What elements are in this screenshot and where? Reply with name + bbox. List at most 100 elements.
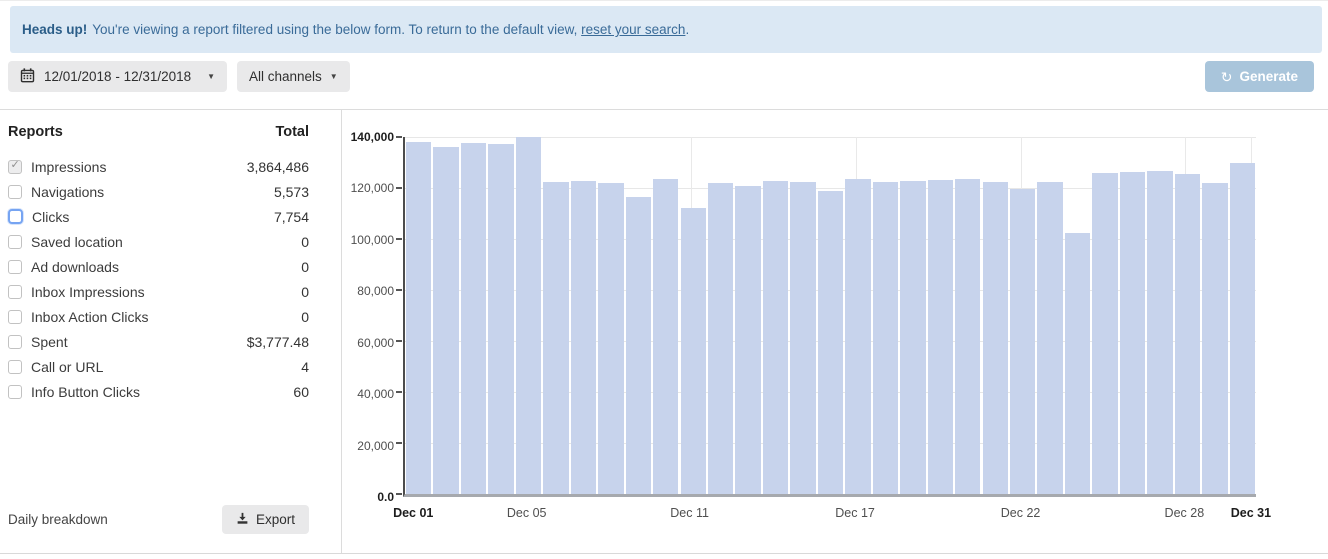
bar-dec-15[interactable] (790, 181, 816, 494)
reports-title: Reports (8, 124, 63, 140)
x-axis-labels: Dec 01 Dec 05 Dec 11 Dec 17 Dec 22 Dec 28 Dec … (393, 506, 1271, 520)
bar-dec-05[interactable] (515, 137, 542, 494)
checkbox-info-button-clicks[interactable] (8, 384, 22, 399)
report-row-info-button-clicks: Info Button Clicks 60 (8, 379, 309, 404)
bar-dec-22[interactable] (982, 181, 1008, 494)
bar-dec-02[interactable] (433, 147, 459, 494)
banner-emphasis: Heads up! (22, 22, 88, 37)
banner-message: You're viewing a report filtered using t… (92, 22, 690, 37)
bar-dec-01[interactable] (406, 142, 432, 494)
report-row-spent: Spent $3,777.48 (8, 329, 309, 354)
checkbox-saved-location[interactable] (8, 234, 22, 249)
y-axis-label: 20,000 (357, 438, 394, 453)
report-total: 4 (301, 358, 309, 375)
bar-dec-14[interactable] (762, 180, 789, 494)
y-tick (396, 136, 402, 138)
bar-dec-08[interactable] (598, 182, 624, 494)
checkbox-inbox-action-clicks[interactable] (8, 309, 22, 324)
bar-dec-12[interactable] (707, 182, 734, 494)
bar-dec-29[interactable] (1174, 173, 1201, 494)
refresh-icon: ↻ (1220, 68, 1233, 85)
checkbox-clicks[interactable] (8, 209, 23, 224)
bar-dec-21[interactable] (955, 179, 981, 494)
y-axis-label: 80,000 (357, 284, 394, 299)
y-tick (396, 339, 402, 342)
bar-dec-20[interactable] (927, 180, 953, 494)
checkbox-spent[interactable] (8, 334, 22, 349)
report-total: 0 (301, 258, 309, 275)
bar-dec-17[interactable] (845, 178, 871, 494)
y-axis-label: 140,000 (350, 130, 394, 144)
report-total: 7,754 (273, 208, 309, 225)
checkbox-call-or-url[interactable] (8, 359, 22, 374)
report-row-inbox-impressions: Inbox Impressions 0 (8, 279, 309, 304)
y-axis-label: 40,000 (357, 387, 394, 402)
report-label: Saved location (31, 233, 123, 250)
checkbox-inbox-impressions[interactable] (8, 284, 22, 299)
bar-dec-23[interactable] (1009, 188, 1036, 494)
bar-dec-26[interactable] (1092, 172, 1118, 494)
y-axis-label: 100,000 (350, 232, 394, 247)
report-total: 0 (301, 233, 309, 250)
bar-dec-24[interactable] (1037, 181, 1063, 494)
report-total: 60 (293, 383, 309, 400)
checkbox-impressions[interactable] (8, 158, 22, 174)
bar-dec-04[interactable] (488, 143, 514, 494)
y-axis-label: 60,000 (357, 335, 394, 350)
bar-dec-28[interactable] (1147, 170, 1173, 494)
checkbox-navigations[interactable] (8, 184, 22, 199)
report-content: Reports Total Impressions 3,864,486 Naviga… (0, 110, 1328, 554)
chart-plot (396, 136, 1256, 497)
report-label: Spent (31, 333, 68, 350)
report-row-saved-location: Saved location 0 (8, 229, 309, 254)
y-tick (396, 289, 402, 291)
y-tick (396, 442, 402, 444)
report-total: 0 (301, 283, 309, 300)
bar-dec-07[interactable] (570, 180, 597, 494)
report-row-ad-downloads: Ad downloads 0 (8, 254, 309, 279)
heads-up-banner: Heads up! You're viewing a report filter… (10, 6, 1322, 53)
filter-bar: 12/01/2018 - 12/31/2018 ▼ All channels ▼… (0, 61, 1328, 92)
chevron-down-icon: ▼ (329, 71, 338, 81)
channels-value: All channels (249, 69, 322, 84)
bar-dec-16[interactable] (817, 190, 844, 494)
y-tick (396, 493, 402, 495)
bar-dec-30[interactable] (1202, 183, 1228, 494)
report-label: Impressions (31, 158, 107, 175)
bar-dec-27[interactable] (1119, 171, 1146, 494)
date-range-picker[interactable]: 12/01/2018 - 12/31/2018 ▼ (8, 61, 227, 92)
bar-dec-31[interactable] (1229, 162, 1255, 494)
channels-dropdown[interactable]: All channels ▼ (237, 61, 350, 92)
report-label: Ad downloads (31, 258, 119, 275)
report-total: $3,777.48 (246, 333, 309, 350)
bar-dec-06[interactable] (543, 181, 569, 494)
x-axis-label: Dec 17 (835, 506, 875, 520)
bar-dec-13[interactable] (735, 185, 761, 494)
bar-dec-11[interactable] (680, 208, 706, 494)
bar-dec-09[interactable] (625, 196, 651, 494)
bar-dec-25[interactable] (1064, 232, 1091, 494)
x-axis-label: Dec 22 (1000, 506, 1041, 520)
bar-dec-19[interactable] (900, 181, 926, 494)
reports-list: Impressions 3,864,486 Navigations 5,573 Clic… (8, 154, 309, 404)
total-column-header: Total (275, 124, 309, 140)
bar-dec-18[interactable] (872, 182, 899, 494)
y-axis-labels: 0.0 20,000 40,000 60,000 80,000 100,000 120,00… (342, 130, 394, 504)
calendar-icon (20, 67, 35, 86)
report-label: Inbox Impressions (31, 283, 145, 300)
x-axis-label: Dec 31 (1230, 506, 1272, 520)
report-label: Navigations (31, 183, 105, 200)
y-axis-label: 120,000 (350, 181, 394, 196)
reset-search-link[interactable]: reset your search (581, 22, 685, 37)
bar-dec-10[interactable] (653, 179, 679, 494)
report-label: Call or URL (31, 358, 104, 375)
report-row-inbox-action-clicks: Inbox Action Clicks 0 (8, 304, 309, 329)
x-axis-label: Dec 01 (393, 506, 434, 520)
export-button[interactable]: Export (221, 505, 309, 534)
checkbox-ad-downloads[interactable] (8, 259, 22, 274)
generate-button[interactable]: ↻ Generate (1204, 61, 1314, 92)
bar-dec-03[interactable] (460, 143, 487, 494)
report-label: Clicks (32, 208, 70, 225)
date-range-value: 12/01/2018 - 12/31/2018 (44, 69, 192, 84)
report-row-navigations: Navigations 5,573 (8, 179, 309, 204)
